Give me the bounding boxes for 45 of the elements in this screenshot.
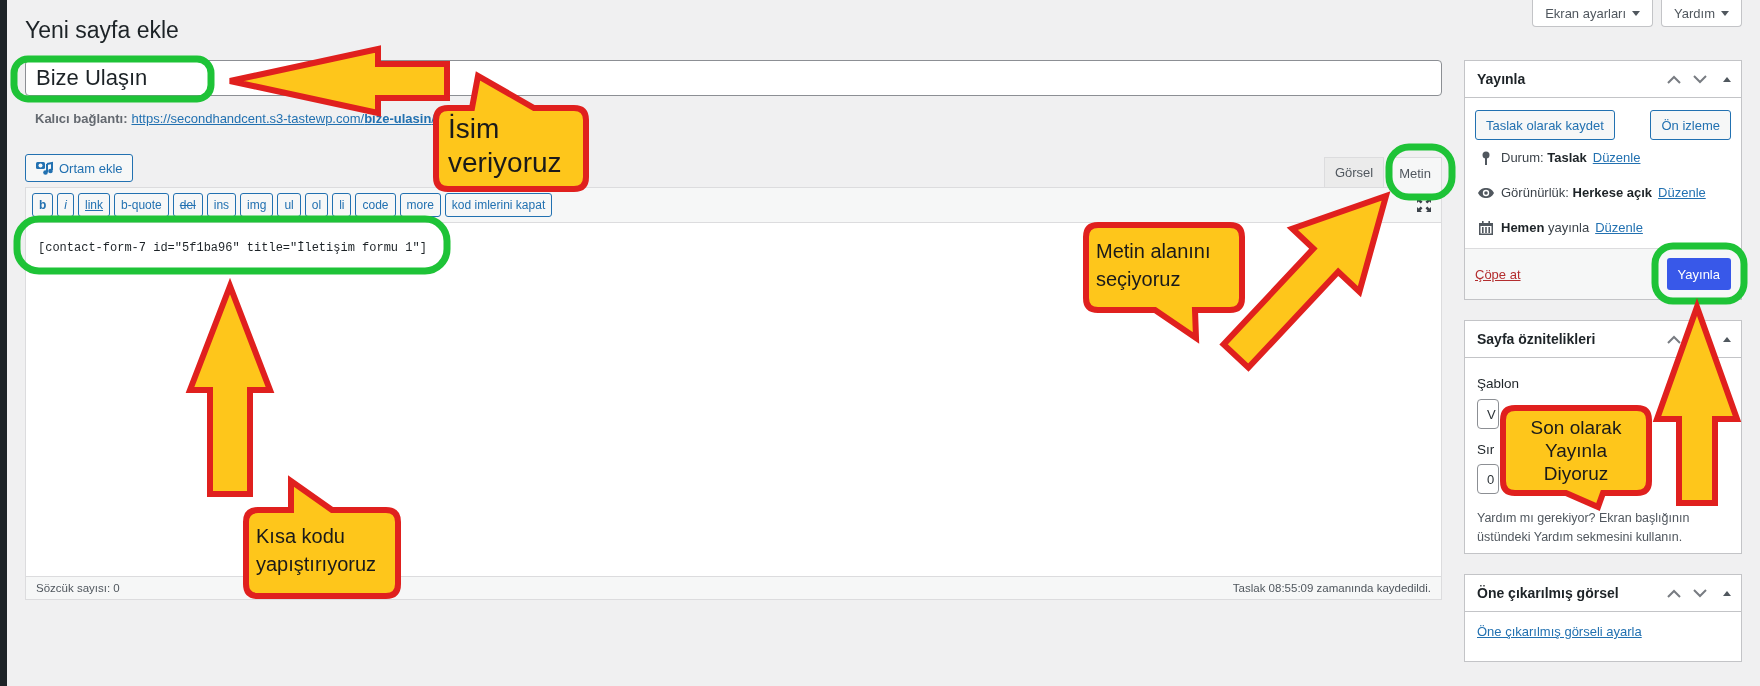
- quicktag-button[interactable]: li: [332, 193, 352, 217]
- shortcode-text: [contact-form-7 id="5f1ba96" title="İletişim formu 1"]: [38, 241, 427, 255]
- panel-title: Öne çıkarılmış görsel: [1477, 585, 1620, 601]
- quicktag-button[interactable]: link: [78, 193, 111, 217]
- callout-text: Son olarak Yayınla Diyoruz: [1529, 416, 1623, 485]
- panel-title: Sayfa öznitelikleri: [1477, 331, 1597, 347]
- quicktag-button[interactable]: code: [355, 193, 396, 217]
- edit-link[interactable]: Düzenle: [1658, 185, 1706, 200]
- help-text: Yardım mı gerekiyor? Ekran başlığının üstündeki Yardım sekmesini kullanın.: [1477, 510, 1691, 546]
- page-title: Yeni sayfa ekle: [25, 16, 179, 45]
- publish-setting: Durum: Taslak: [1501, 150, 1587, 165]
- publish-setting: Hemen yayınla: [1501, 220, 1590, 235]
- order-field[interactable]: 0: [1477, 464, 1499, 494]
- template-select[interactable]: V: [1477, 399, 1499, 429]
- permalink-label: Kalıcı bağlantı:: [35, 110, 128, 126]
- quicktag-button[interactable]: img: [240, 193, 274, 217]
- quicktag-button[interactable]: b: [32, 193, 54, 217]
- editor-tab[interactable]: Görsel: [1323, 157, 1385, 187]
- edit-link[interactable]: Düzenle: [1595, 220, 1643, 235]
- quicktag-button[interactable]: kod imlerini kapat: [444, 193, 553, 217]
- quicktag-button[interactable]: ol: [304, 193, 329, 217]
- preview-button[interactable]: Ön izleme: [1650, 110, 1731, 140]
- save-draft-button[interactable]: Taslak olarak kaydet: [1475, 110, 1615, 140]
- screen-button[interactable]: Ekran ayarları: [1532, 0, 1654, 27]
- order-label: Sır: [1477, 440, 1495, 459]
- quicktag-button[interactable]: more: [399, 193, 441, 217]
- quicktag-button[interactable]: i: [57, 193, 74, 217]
- set-featured-image-link[interactable]: Öne çıkarılmış görseli ayarla: [1477, 624, 1642, 639]
- word-count: Sözcük sayısı: 0: [36, 582, 120, 594]
- quicktag-button[interactable]: ul: [277, 193, 301, 217]
- quicktag-button[interactable]: b-quote: [114, 193, 169, 217]
- callout-text: Metin alanını seçiyoruz: [1096, 239, 1212, 292]
- screen-button[interactable]: Yardım: [1661, 0, 1742, 27]
- quicktag-button[interactable]: del: [172, 193, 203, 217]
- edit-link[interactable]: Düzenle: [1592, 150, 1641, 165]
- trash-link[interactable]: Çöpe at: [1475, 266, 1521, 282]
- publish-setting: Görünürlük: Herkese açık: [1501, 185, 1653, 200]
- add-media-button[interactable]: Ortam ekle: [25, 154, 133, 182]
- callout-text: İsim veriyoruz: [448, 112, 563, 180]
- publish-button[interactable]: Yayınla: [1666, 258, 1731, 290]
- quicktag-button[interactable]: ins: [206, 193, 237, 217]
- callout-text: Kısa kodu yapıştırıyoruz: [256, 524, 378, 577]
- autosave-status: Taslak 08:55:09 zamanında kaydedildi.: [1232, 582, 1431, 594]
- template-label: Şablon: [1477, 374, 1520, 393]
- panel-title: Yayınla: [1477, 71, 1527, 87]
